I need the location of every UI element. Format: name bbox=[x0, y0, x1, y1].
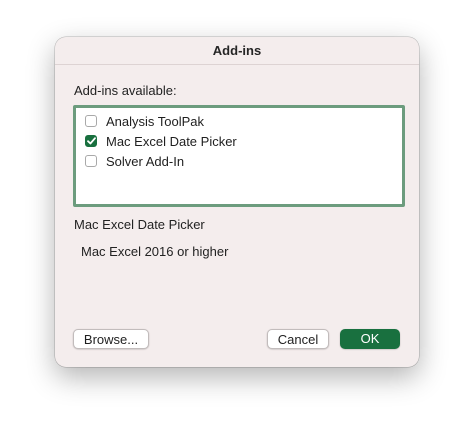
ok-button[interactable]: OK bbox=[340, 329, 400, 349]
addin-label: Solver Add-In bbox=[106, 153, 185, 169]
cancel-button[interactable]: Cancel bbox=[267, 329, 329, 349]
addin-label: Analysis ToolPak bbox=[106, 113, 205, 129]
addin-label: Mac Excel Date Picker bbox=[106, 133, 237, 149]
selected-addin-description: Mac Excel 2016 or higher bbox=[81, 244, 229, 259]
browse-button[interactable]: Browse... bbox=[73, 329, 149, 349]
addin-item-solver-add-in[interactable]: Solver Add-In bbox=[85, 152, 184, 170]
addins-available-label: Add-ins available: bbox=[74, 83, 177, 98]
checkbox-analysis-toolpak[interactable] bbox=[85, 115, 97, 127]
checkbox-mac-excel-date-picker[interactable] bbox=[85, 135, 97, 147]
add-ins-dialog: Add-ins Add-ins available: Analysis Tool… bbox=[55, 37, 419, 367]
selected-addin-name: Mac Excel Date Picker bbox=[74, 217, 205, 232]
checkbox-solver-add-in[interactable] bbox=[85, 155, 97, 167]
dialog-title: Add-ins bbox=[55, 37, 419, 65]
checkmark-icon bbox=[86, 137, 96, 145]
addin-item-mac-excel-date-picker[interactable]: Mac Excel Date Picker bbox=[85, 132, 237, 150]
addins-list[interactable]: Analysis ToolPak Mac Excel Date Picker S… bbox=[73, 105, 405, 207]
addin-item-analysis-toolpak[interactable]: Analysis ToolPak bbox=[85, 112, 204, 130]
